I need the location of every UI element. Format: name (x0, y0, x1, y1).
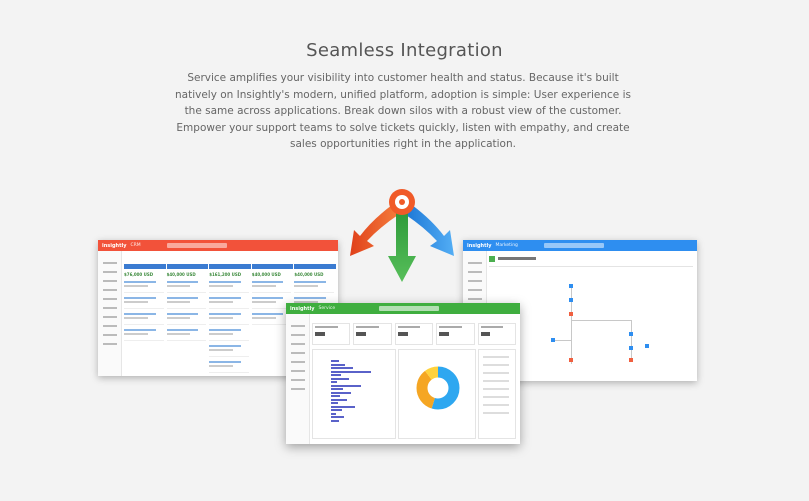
service-bar-chart-panel (312, 349, 396, 439)
orange-arrow (350, 205, 398, 256)
flow-search-box (543, 243, 604, 248)
flow-top-bar: insightly Marketing (463, 240, 697, 251)
crm-search-box (166, 243, 227, 248)
service-top-bar: insightly Service (286, 303, 520, 314)
section-title: Seamless Integration (306, 40, 503, 61)
crm-pipeline-stages (124, 264, 336, 269)
blue-arrow (406, 205, 454, 256)
crm-column-total: $40,000 USD (294, 272, 324, 277)
service-logo: insightly (290, 305, 315, 312)
green-arrow (388, 212, 416, 282)
service-agent-list-panel (478, 349, 516, 439)
crm-column-total: $40,000 USD (251, 272, 281, 277)
crm-column-total: $161,200 USD (209, 272, 242, 277)
crm-logo: insightly (102, 242, 127, 249)
service-search-box (379, 306, 440, 311)
integration-hub-graphic (350, 189, 454, 282)
crm-column-total: $40,000 USD (166, 272, 196, 277)
crm-top-bar: insightly CRM (98, 240, 338, 251)
crm-module-label: CRM (130, 243, 141, 248)
crm-sidebar (98, 251, 122, 376)
service-ticket-tiles (312, 323, 517, 345)
service-module-label: Service (318, 306, 336, 311)
flow-logo: insightly (467, 242, 492, 249)
service-screenshot: insightly Service (286, 303, 520, 444)
flow-header (489, 253, 693, 267)
section-description: Service amplifies your visibility into c… (174, 72, 631, 150)
service-sidebar (286, 314, 310, 444)
crm-column-total: $76,000 USD (124, 272, 154, 277)
service-donut-panel (398, 349, 476, 439)
flow-module-label: Marketing (495, 243, 518, 248)
service-donut-chart (416, 366, 460, 410)
